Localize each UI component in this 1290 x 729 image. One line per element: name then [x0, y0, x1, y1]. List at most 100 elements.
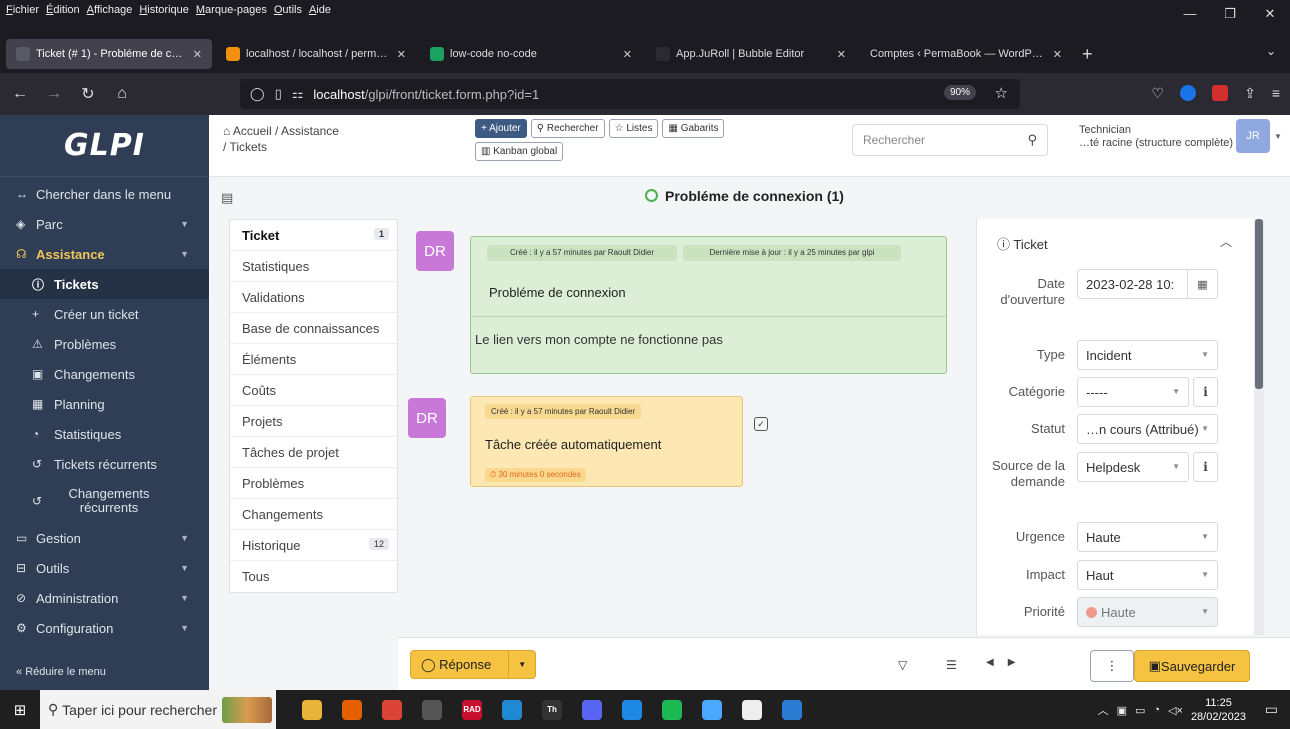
browser-tab-bubble[interactable]: App.JuRoll | Bubble Editor ✕: [646, 39, 856, 69]
tray-chevron-icon[interactable]: ︿: [1098, 702, 1109, 718]
tab-history[interactable]: Historique 12: [230, 530, 397, 561]
search-button[interactable]: ⚲ Rechercher: [530, 119, 605, 138]
chevron-down-icon[interactable]: ▼: [1274, 132, 1282, 141]
info-icon[interactable]: i: [1193, 377, 1218, 407]
share-icon[interactable]: ⇪: [1244, 85, 1256, 102]
menu-help[interactable]: Aide: [309, 4, 331, 16]
extension-red-icon[interactable]: [1212, 85, 1229, 101]
chevron-up-icon[interactable]: ︿: [1220, 233, 1232, 250]
tab-problems[interactable]: Problèmes: [230, 468, 397, 499]
reply-button[interactable]: ◯ Réponse ▼: [410, 650, 536, 679]
tab-items[interactable]: Éléments: [230, 344, 397, 375]
tab-list-chevron-icon[interactable]: ⌄: [1266, 44, 1276, 58]
typora-icon[interactable]: Th: [542, 699, 562, 720]
rad-icon[interactable]: RAD: [462, 699, 482, 720]
impact-select[interactable]: Haut ▼: [1077, 560, 1218, 590]
kanban-button[interactable]: ▥ Kanban global: [475, 142, 564, 161]
menu-file[interactable]: Fichier: [6, 4, 39, 16]
sidebar-item-problems[interactable]: ⚠ Problèmes: [0, 329, 209, 359]
menu-tools[interactable]: Outils: [274, 4, 302, 16]
calendar-icon[interactable]: ▦: [1187, 270, 1217, 298]
bookmark-star-icon[interactable]: ☆: [995, 84, 1008, 102]
firefox-icon[interactable]: [342, 699, 362, 720]
permissions-icon[interactable]: ⚏: [292, 86, 304, 102]
breadcrumb-path[interactable]: Accueil / Assistance: [233, 124, 339, 138]
tab-changes[interactable]: Changements: [230, 499, 397, 530]
document-icon[interactable]: [782, 699, 802, 720]
tab-validations[interactable]: Validations: [230, 282, 397, 313]
vscode-icon[interactable]: [502, 699, 522, 720]
glpi-logo[interactable]: GLPI: [0, 115, 209, 177]
status-select[interactable]: …n cours (Attribué) ▼: [1077, 414, 1218, 444]
taskbar-search-input[interactable]: ⚲ Taper ici pour rechercher: [40, 690, 276, 729]
breadcrumb-tickets[interactable]: / Tickets: [223, 140, 267, 154]
category-select[interactable]: ----- ▼: [1077, 377, 1189, 407]
sidebar-item-tickets[interactable]: ⓘ Tickets: [0, 269, 209, 299]
search-icon[interactable]: ⚲: [1027, 132, 1037, 148]
sidebar-item-administration[interactable]: ⊘ Administration ▼: [0, 583, 209, 613]
sidebar-item-parc[interactable]: ◈ Parc ▼: [0, 209, 209, 239]
menu-history[interactable]: Historique: [139, 4, 189, 16]
tab-statistics[interactable]: Statistiques: [230, 251, 397, 282]
tab-close-icon[interactable]: ✕: [1053, 48, 1062, 61]
battery-icon[interactable]: ▭: [1135, 704, 1145, 717]
more-actions-button[interactable]: ⋮: [1090, 650, 1134, 682]
save-button[interactable]: ▣ Sauvegarder: [1134, 650, 1250, 682]
global-search-input[interactable]: Rechercher ⚲: [852, 124, 1048, 156]
sidebar-item-changes[interactable]: ▣ Changements: [0, 359, 209, 389]
browser-tab-ticket[interactable]: Ticket (# 1) - Probléme de conn ✕: [6, 39, 212, 69]
windows-start-icon[interactable]: ⊞: [0, 701, 40, 719]
user-profile[interactable]: Technician …té racine (structure complèt…: [1079, 124, 1239, 150]
sidebar-item-assistance[interactable]: ☊ Assistance ▼: [0, 239, 209, 269]
chrome-icon[interactable]: [382, 699, 402, 720]
sidebar-item-outils[interactable]: ⊟ Outils ▼: [0, 553, 209, 583]
menu-search[interactable]: ↔ Chercher dans le menu: [0, 179, 209, 209]
sidebar-item-planning[interactable]: ▦ Planning: [0, 389, 209, 419]
filter-icon[interactable]: ▽: [898, 658, 907, 672]
source-select[interactable]: Helpdesk ▼: [1077, 452, 1189, 482]
sidebar-item-configuration[interactable]: ⚙ Configuration ▼: [0, 613, 209, 643]
browser-tab-lowcode[interactable]: low-code no-code ✕: [420, 39, 642, 69]
templates-button[interactable]: ▦ Gabarits: [662, 119, 725, 138]
tab-close-icon[interactable]: ✕: [193, 48, 202, 61]
url-bar[interactable]: ◯ ▯ ⚏ localhost/glpi/front/ticket.form.p…: [240, 79, 1020, 109]
zoom-badge[interactable]: 90%: [943, 85, 976, 100]
tab-all[interactable]: Tous: [230, 561, 397, 592]
pocket-icon[interactable]: ♡: [1152, 85, 1165, 102]
avatar[interactable]: JR: [1236, 119, 1270, 153]
tab-knowledge-base[interactable]: Base de connaissances: [230, 313, 397, 344]
info-icon[interactable]: i: [1193, 452, 1218, 482]
app-blue-icon[interactable]: [622, 699, 642, 720]
menu-bookmarks[interactable]: Marque-pages: [196, 4, 267, 16]
discord-icon[interactable]: [582, 699, 602, 720]
reduce-menu-button[interactable]: « Réduire le menu: [0, 666, 209, 678]
tab-close-icon[interactable]: ✕: [837, 48, 846, 61]
next-icon[interactable]: ▶: [1008, 657, 1030, 668]
wifi-icon[interactable]: ◔: [1153, 704, 1160, 716]
browser-tab-phpmyadmin[interactable]: localhost / localhost / permabo ✕: [216, 39, 416, 69]
file-icon[interactable]: [742, 699, 762, 720]
spotify-icon[interactable]: [662, 699, 682, 720]
panel-scrollbar[interactable]: [1254, 219, 1264, 635]
clock[interactable]: 11:25 28/02/2023: [1191, 696, 1246, 724]
tray-app-icon[interactable]: ▣: [1117, 704, 1127, 717]
task-done-checkbox[interactable]: ✓: [754, 417, 768, 431]
forward-icon[interactable]: →: [40, 85, 68, 103]
chevron-down-icon[interactable]: ▼: [508, 651, 535, 678]
type-select[interactable]: Incident ▼: [1077, 340, 1218, 370]
sidebar-item-statistics[interactable]: ◔ Statistiques: [0, 419, 209, 449]
file-explorer-icon[interactable]: [302, 699, 322, 720]
tab-projects[interactable]: Projets: [230, 406, 397, 437]
scrollbar-thumb[interactable]: [1255, 219, 1263, 389]
menu-view[interactable]: Affichage: [87, 4, 133, 16]
tab-close-icon[interactable]: ✕: [397, 48, 406, 61]
notification-icon[interactable]: ▭: [1265, 701, 1278, 718]
minimize-icon[interactable]: —: [1170, 6, 1210, 22]
app-icon[interactable]: [422, 699, 442, 720]
volume-icon[interactable]: ◁×: [1168, 704, 1183, 717]
back-icon[interactable]: ←: [6, 85, 34, 103]
close-window-icon[interactable]: ✕: [1250, 6, 1290, 22]
tab-costs[interactable]: Coûts: [230, 375, 397, 406]
previous-icon[interactable]: ◀: [986, 657, 1008, 668]
collapse-menu-icon[interactable]: ▤: [221, 190, 233, 206]
